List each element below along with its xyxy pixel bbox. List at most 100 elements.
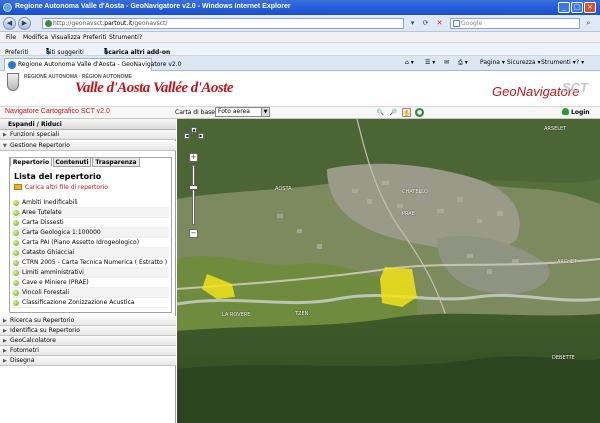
panel-header[interactable]: Espandi / Riduci bbox=[0, 119, 176, 130]
tab-repertorio[interactable]: Repertorio bbox=[10, 157, 52, 167]
region-title: Valle d'Aosta Vallée d'Aoste bbox=[75, 80, 234, 96]
search-input[interactable]: Google bbox=[450, 18, 580, 29]
address-input[interactable]: http://geonavsct.partout.it/geonavsct/ bbox=[42, 18, 404, 29]
tab-trasparenza[interactable]: Trasparenza bbox=[92, 157, 140, 167]
list-item[interactable]: Limiti amministrativi bbox=[12, 268, 169, 278]
repertorio-list-title: Lista del repertorio bbox=[14, 172, 102, 181]
section-geocalcolatore[interactable]: ▶ GeoCalcolatore bbox=[0, 336, 176, 346]
menu-strumenti[interactable]: Strumenti bbox=[109, 34, 139, 41]
mail-icon[interactable]: ✉ bbox=[444, 59, 449, 66]
minimize-button[interactable]: _ bbox=[558, 2, 570, 13]
list-item[interactable]: Ambiti Inedificabili bbox=[12, 198, 169, 208]
map-label: LA ROVERE bbox=[222, 312, 251, 318]
pan-up-icon[interactable]: ▲ bbox=[191, 127, 197, 133]
layer-bullet-icon bbox=[13, 300, 19, 306]
left-panel: Espandi / Riduci ▶ Funzioni speciali ▼ Ges… bbox=[0, 119, 176, 423]
section-label: GeoCalcolatore bbox=[10, 337, 56, 344]
list-item[interactable]: CTRN 2005 - Carta Tecnica Numerica ( Est… bbox=[12, 258, 169, 268]
help-icon[interactable]: ? ▾ bbox=[576, 59, 584, 66]
globe-icon[interactable]: ● bbox=[415, 108, 424, 117]
section-ricerca-repertorio[interactable]: ▶ Ricerca su Repertorio bbox=[0, 316, 176, 326]
login-label: Login bbox=[571, 109, 590, 116]
browser-tab[interactable]: Regione Autonoma Valle d'Aosta - GeoNavi… bbox=[4, 58, 181, 71]
tools-menu[interactable]: Strumenti ▾ bbox=[541, 59, 576, 66]
layer-name: Ambiti Inedificabili bbox=[22, 199, 78, 206]
close-button[interactable]: × bbox=[584, 2, 596, 13]
pan-hand-icon[interactable]: ✋ bbox=[402, 108, 411, 117]
section-gestione-repertorio[interactable]: ▼ Gestione Repertorio bbox=[0, 141, 176, 151]
layer-name: Carta PAI (Piano Assetto Idrogeologico) bbox=[22, 239, 140, 246]
section-disegna[interactable]: ▶ Disegna bbox=[0, 356, 176, 366]
menu-preferiti[interactable]: Preferiti bbox=[83, 34, 107, 41]
sct-brand-mark: SCT bbox=[562, 80, 588, 95]
list-item[interactable]: Vincoli Forestali bbox=[12, 288, 169, 298]
address-suffix: /geonavsct/ bbox=[132, 20, 168, 27]
list-item[interactable]: Aree Tutelate bbox=[12, 208, 169, 218]
search-icon[interactable]: ⌕ bbox=[583, 18, 594, 29]
menu-visualizza[interactable]: Visualizza bbox=[51, 34, 81, 41]
zoom-in-icon[interactable]: 🔍 bbox=[376, 108, 385, 117]
list-item[interactable]: Catasto Ghiacciai bbox=[12, 248, 169, 258]
list-item[interactable]: Carta Geologica 1:100000 bbox=[12, 228, 169, 238]
print-icon[interactable]: ⎙ ▾ bbox=[458, 59, 468, 67]
map-label: PRAE bbox=[402, 211, 415, 217]
section-label: Ricerca su Repertorio bbox=[10, 317, 75, 324]
list-item[interactable]: Cave e Miniere (PRAE) bbox=[12, 278, 169, 288]
security-menu[interactable]: Sicurezza ▾ bbox=[507, 59, 541, 66]
menu-modifica[interactable]: Modifica bbox=[23, 34, 48, 41]
menu-help[interactable]: ? bbox=[139, 34, 142, 41]
pan-right-icon[interactable]: ▶ bbox=[198, 133, 204, 139]
refresh-icon[interactable]: ⟳ bbox=[420, 18, 431, 29]
login-button[interactable]: Login bbox=[562, 108, 590, 116]
folder-icon bbox=[14, 184, 22, 190]
map-label: AOSTA bbox=[275, 186, 292, 192]
section-label: Funzioni speciali bbox=[10, 131, 60, 138]
list-item[interactable]: Classificazione Zonizzazione Acustica bbox=[12, 298, 169, 308]
layer-name: Aree Tutelate bbox=[22, 209, 62, 216]
feeds-icon[interactable]: ☰ ▾ bbox=[425, 59, 435, 66]
section-fotometri[interactable]: ▶ Fotometri bbox=[0, 346, 176, 356]
tools-menu-label: Strumenti bbox=[541, 59, 571, 66]
tab-row: Regione Autonoma Valle d'Aosta - GeoNavi… bbox=[0, 56, 600, 71]
section-funzioni-speciali[interactable]: ▶ Funzioni speciali bbox=[0, 130, 176, 140]
zoom-out-button[interactable]: − bbox=[189, 229, 198, 238]
addons-link[interactable]: ◆ Scarica altri add-on ▾ bbox=[104, 46, 170, 56]
list-item[interactable]: Carta Dissesti bbox=[12, 218, 169, 228]
aerial-photo bbox=[177, 119, 600, 423]
suggested-sites-label: Siti suggeriti bbox=[46, 49, 84, 56]
tab-contenuti[interactable]: Contenuti bbox=[53, 157, 91, 167]
basemap-select[interactable]: Foto aerea ▼ bbox=[215, 107, 270, 117]
zoom-in-button[interactable]: + bbox=[189, 153, 198, 162]
layer-bullet-icon bbox=[13, 290, 19, 296]
addons-label: Scarica altri add-on bbox=[104, 49, 171, 56]
zoom-slider[interactable]: + − bbox=[189, 141, 199, 241]
app-title: Navigatore Cartografico SCT v2.0 bbox=[5, 108, 110, 115]
back-button[interactable]: ◀ bbox=[3, 17, 16, 30]
load-repertorio-link[interactable]: Carica altri file di repertorio bbox=[14, 184, 108, 191]
zoom-track[interactable] bbox=[192, 165, 195, 225]
home-icon[interactable]: ⌂ ▾ bbox=[405, 59, 414, 66]
pan-left-icon[interactable]: ◀ bbox=[184, 133, 190, 139]
page-menu[interactable]: Pagina ▾ bbox=[480, 59, 505, 66]
list-item[interactable]: Carta PAI (Piano Assetto Idrogeologico) bbox=[12, 238, 169, 248]
zoom-handle[interactable] bbox=[189, 185, 198, 190]
section-identifica-repertorio[interactable]: ▶ Identifica su Repertorio bbox=[0, 326, 176, 336]
region-crest-logo bbox=[7, 73, 19, 91]
layer-bullet-icon bbox=[13, 210, 19, 216]
forward-button[interactable]: ▶ bbox=[18, 17, 31, 30]
stop-icon[interactable]: ✕ bbox=[434, 18, 445, 29]
load-link-label: Carica altri file di repertorio bbox=[25, 184, 108, 191]
dropdown-icon[interactable]: ▾ bbox=[407, 18, 418, 29]
triangle-right-icon: ▶ bbox=[3, 132, 7, 138]
menu-file[interactable]: File bbox=[6, 34, 16, 41]
zoom-out-icon[interactable]: 🔎 bbox=[389, 108, 398, 117]
triangle-down-icon: ▼ bbox=[3, 143, 7, 149]
map-viewport[interactable]: ▲ ◀ ▶ + − ARSELET AOSTA CHATELLO PRAE LA… bbox=[177, 119, 600, 423]
user-icon bbox=[562, 108, 569, 115]
layer-bullet-icon bbox=[13, 260, 19, 266]
triangle-right-icon: ▶ bbox=[3, 338, 7, 344]
maximize-button[interactable]: □ bbox=[571, 2, 583, 13]
basemap-label: Carta di base bbox=[175, 109, 215, 116]
map-label: ARCHET bbox=[557, 259, 578, 265]
suggested-sites-link[interactable]: ★ ◆ Siti suggeriti ▾ bbox=[46, 46, 84, 56]
